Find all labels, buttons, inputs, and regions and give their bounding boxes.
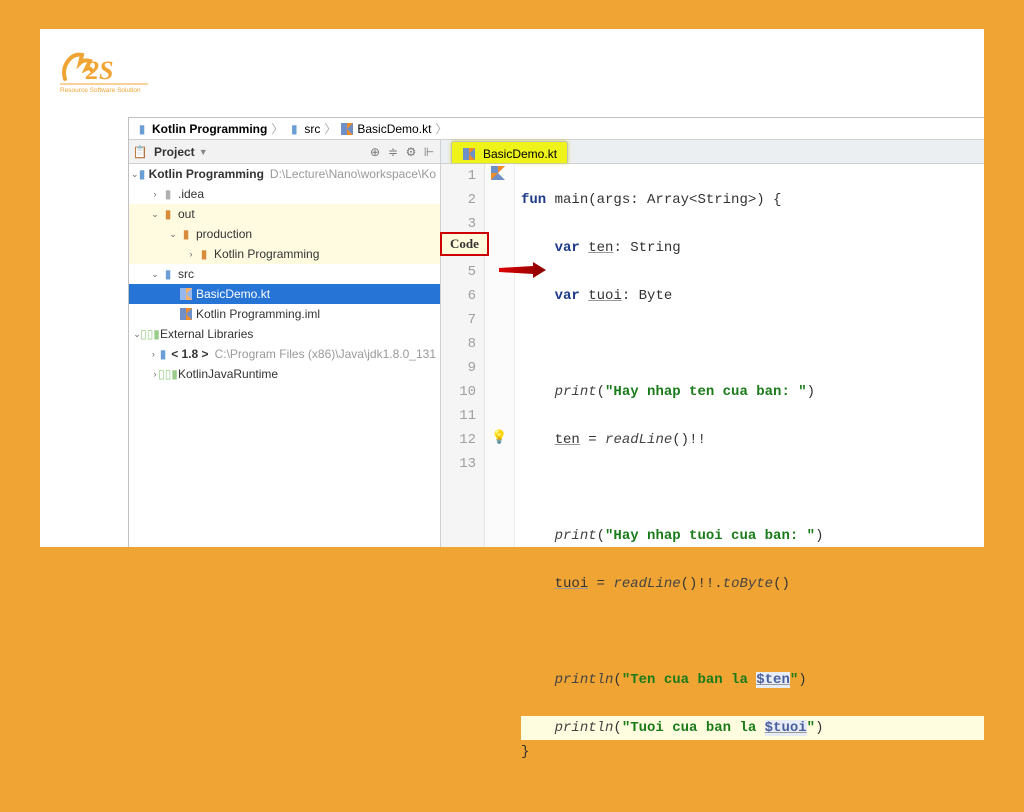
chevron-down-icon[interactable]: ▼ (199, 147, 208, 157)
tree-row[interactable]: ›▯▯▮KotlinJavaRuntime (129, 364, 440, 384)
annotation-gutter: 💡 (485, 164, 515, 547)
tree-row[interactable]: ⌄▮Kotlin ProgrammingD:\Lecture\Nano\work… (129, 164, 440, 184)
chevron-right-icon: 〉 (435, 120, 447, 137)
tree-row[interactable]: ›▮Kotlin Programming (129, 244, 440, 264)
chevron-right-icon: 〉 (271, 120, 283, 137)
project-panel-title: Project (154, 145, 195, 159)
tree-row[interactable]: ⌄▮src (129, 264, 440, 284)
tree-row[interactable]: ›▮.idea (129, 184, 440, 204)
annotation-badge: Code (440, 232, 489, 256)
expand-icon[interactable]: ⌄ (167, 229, 179, 240)
line-gutter: 12345678910111213 (441, 164, 485, 547)
tree-row[interactable]: Kotlin Programming.iml (129, 304, 440, 324)
folder-icon: ▮ (197, 247, 211, 261)
code-area[interactable]: fun main(args: Array<String>) { var ten:… (515, 164, 984, 547)
library-icon: ▯▯▮ (143, 327, 157, 341)
kotlin-file-icon (340, 123, 354, 135)
expand-icon[interactable]: ⌄ (149, 209, 161, 220)
folder-icon: ▮ (158, 347, 168, 361)
tree-row[interactable]: ›▮< 1.8 >C:\Program Files (x86)\Java\jdk… (129, 344, 440, 364)
folder-icon: ▮ (135, 122, 149, 136)
project-panel-toolbar: ⊕ ≑ ⚙ ⊩ (368, 145, 436, 159)
folder-icon: ▮ (179, 227, 193, 241)
kotlin-file-icon (462, 148, 476, 160)
expand-icon[interactable]: › (149, 189, 161, 199)
breadcrumb: ▮Kotlin Programming 〉 ▮src 〉 BasicDemo.k… (129, 118, 984, 140)
project-panel-header: 📋 Project ▼ ⊕ ≑ ⚙ ⊩ (129, 140, 441, 163)
tree-row[interactable]: ⌄▮out (129, 204, 440, 224)
brand-tagline: Resource Software Solution (60, 87, 141, 93)
gear-icon[interactable]: ⚙ (404, 145, 418, 159)
page-frame: 2S Resource Software Solution ▮Kotlin Pr… (40, 29, 984, 547)
tree-row[interactable]: ⌄▯▯▮External Libraries (129, 324, 440, 344)
expand-icon[interactable]: › (185, 249, 197, 259)
editor-tab-label: BasicDemo.kt (483, 147, 557, 161)
expand-icon[interactable]: › (149, 349, 158, 359)
kotlin-file-icon (179, 308, 193, 320)
ide-window: ▮Kotlin Programming 〉 ▮src 〉 BasicDemo.k… (128, 117, 984, 547)
collapse-icon[interactable]: ≑ (386, 145, 400, 159)
library-icon: ▯▯▮ (161, 367, 175, 381)
code-editor[interactable]: Code 12345678910111213 💡 fun main(args: … (441, 164, 984, 547)
kotlin-file-icon (179, 288, 193, 300)
tree-row-selected[interactable]: BasicDemo.kt (129, 284, 440, 304)
editor-tab-bar: BasicDemo.kt (441, 140, 984, 163)
brand-logo: 2S Resource Software Solution (60, 49, 150, 96)
kotlin-logo-icon (491, 166, 505, 185)
arrow-icon (499, 260, 547, 280)
project-tree[interactable]: ⌄▮Kotlin ProgrammingD:\Lecture\Nano\work… (129, 164, 441, 547)
expand-icon[interactable]: ⌄ (131, 169, 139, 180)
tool-row: 📋 Project ▼ ⊕ ≑ ⚙ ⊩ BasicDemo.kt (129, 140, 984, 164)
breadcrumb-item[interactable]: ▮src (287, 122, 320, 136)
locate-icon[interactable]: ⊕ (368, 145, 382, 159)
svg-text:2S: 2S (85, 56, 113, 85)
lightbulb-icon[interactable]: 💡 (491, 430, 507, 445)
hide-icon[interactable]: ⊩ (422, 145, 436, 159)
expand-icon[interactable]: ⌄ (149, 269, 161, 280)
breadcrumb-item[interactable]: ▮Kotlin Programming (135, 122, 267, 136)
breadcrumb-item[interactable]: BasicDemo.kt (340, 122, 431, 136)
chevron-right-icon: 〉 (324, 120, 336, 137)
editor-tab[interactable]: BasicDemo.kt (451, 141, 568, 163)
folder-icon: ▮ (161, 187, 175, 201)
folder-icon: ▮ (287, 122, 301, 136)
project-icon: 📋 (133, 145, 147, 159)
folder-icon: ▮ (139, 167, 146, 181)
folder-icon: ▮ (161, 267, 175, 281)
tree-row[interactable]: ⌄▮production (129, 224, 440, 244)
folder-icon: ▮ (161, 207, 175, 221)
